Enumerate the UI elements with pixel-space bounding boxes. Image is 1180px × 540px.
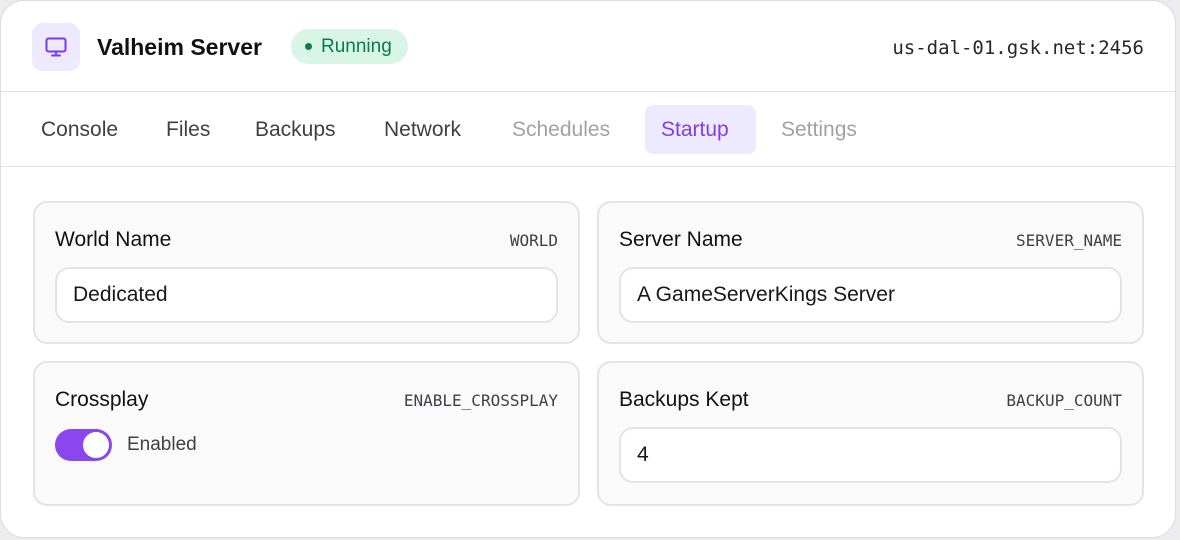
server-address: us-dal-01.gsk.net:2456 bbox=[892, 37, 1144, 59]
variable-label: Backups Kept bbox=[619, 388, 749, 411]
tab-schedules[interactable]: Schedules bbox=[512, 105, 610, 154]
toggle-knob bbox=[83, 432, 109, 458]
server-name-input[interactable] bbox=[619, 267, 1122, 323]
variable-key: WORLD bbox=[509, 231, 558, 250]
variable-label: Crossplay bbox=[55, 388, 149, 411]
tab-files[interactable]: Files bbox=[166, 105, 210, 154]
server-title: Valheim Server bbox=[97, 34, 262, 60]
variable-card-backup-count: Backups Kept BACKUP_COUNT bbox=[597, 361, 1144, 506]
tab-settings[interactable]: Settings bbox=[781, 105, 857, 154]
tab-backups[interactable]: Backups bbox=[255, 105, 336, 154]
variable-card-world: World Name WORLD bbox=[33, 201, 580, 344]
status-badge: Running bbox=[291, 29, 408, 64]
backup-count-input[interactable] bbox=[619, 427, 1122, 483]
status-label: Running bbox=[321, 36, 392, 57]
variable-key: ENABLE_CROSSPLAY bbox=[403, 391, 558, 410]
variable-card-server-name: Server Name SERVER_NAME bbox=[597, 201, 1144, 344]
crossplay-toggle-label: Enabled bbox=[127, 434, 197, 455]
variable-label: World Name bbox=[55, 228, 172, 251]
variable-key: SERVER_NAME bbox=[1016, 231, 1122, 250]
tab-startup[interactable]: Startup bbox=[645, 105, 756, 154]
monitor-icon bbox=[45, 37, 67, 57]
tab-console[interactable]: Console bbox=[41, 105, 118, 154]
tab-bar: Console Files Backups Network Schedules … bbox=[1, 92, 1175, 167]
server-panel: Valheim Server Running us-dal-01.gsk.net… bbox=[0, 0, 1176, 538]
variable-card-crossplay: Crossplay ENABLE_CROSSPLAY Enabled bbox=[33, 361, 580, 506]
variable-label: Server Name bbox=[619, 228, 743, 251]
server-header: Valheim Server Running us-dal-01.gsk.net… bbox=[1, 1, 1175, 92]
variable-key: BACKUP_COUNT bbox=[1006, 391, 1122, 410]
crossplay-toggle[interactable] bbox=[55, 429, 112, 461]
tab-network[interactable]: Network bbox=[384, 105, 461, 154]
app-icon-tile bbox=[32, 23, 80, 71]
status-dot-icon bbox=[305, 43, 312, 50]
world-name-input[interactable] bbox=[55, 267, 558, 323]
